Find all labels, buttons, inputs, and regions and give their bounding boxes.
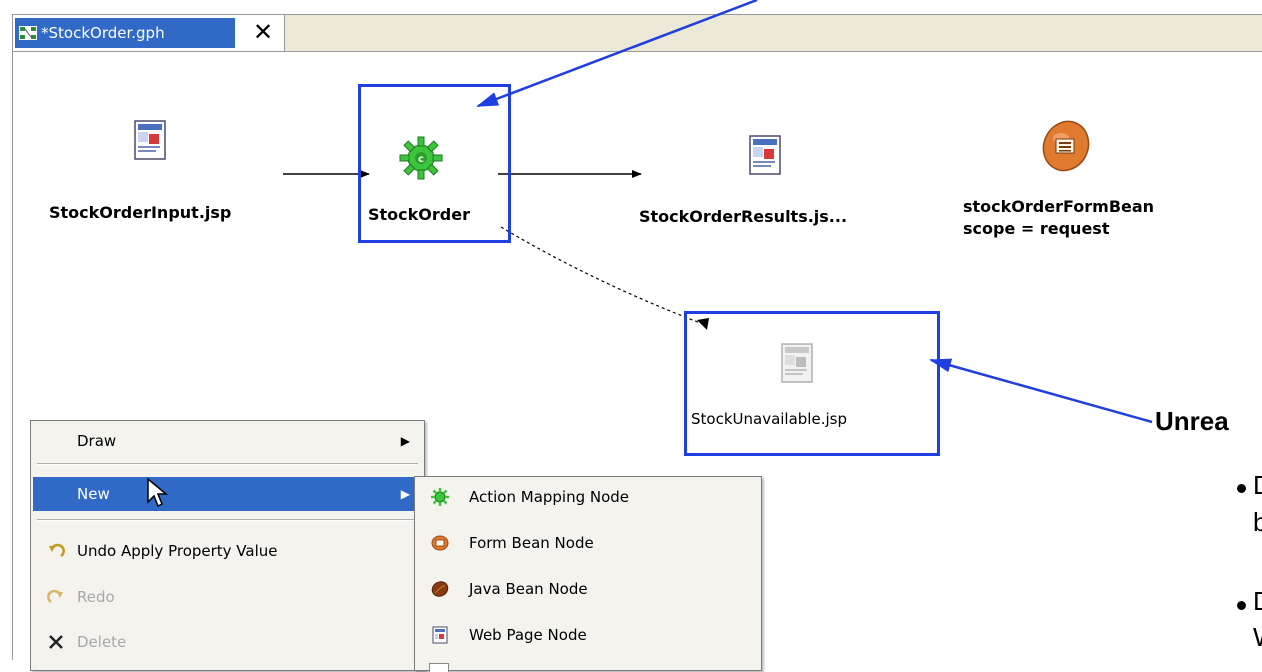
menu-item-label: Web Page Node: [469, 626, 587, 644]
menu-item-label: Redo: [77, 588, 115, 606]
node-label-results-jsp[interactable]: StockOrderResults.js...: [639, 207, 847, 226]
annotation-title: Unrea: [1155, 406, 1229, 436]
node-label-unavailable-jsp[interactable]: StockUnavailable.jsp: [691, 410, 847, 428]
menu-item-label: Delete: [77, 633, 127, 651]
menu-item-redo[interactable]: Redo: [33, 580, 422, 614]
menu-item-action-mapping-node[interactable]: Action Mapping Node: [417, 480, 759, 514]
tab-title: *StockOrder.gph: [41, 24, 165, 42]
annotation-bullet2-line1: D: [1253, 586, 1262, 617]
menu-item-label: Java Bean Node: [469, 580, 588, 598]
menu-item-draw[interactable]: Draw ▶: [33, 424, 422, 458]
form-bean-icon: [431, 535, 449, 551]
java-bean-icon: [431, 581, 449, 597]
node-label-form-bean-scope: scope = request: [963, 219, 1110, 238]
menu-item-web-page-node[interactable]: Web Page Node: [417, 618, 759, 652]
connection-action-to-unavailable[interactable]: [500, 226, 704, 325]
unrealized-web-page-icon[interactable]: [781, 343, 813, 383]
form-bean-icon[interactable]: [1039, 116, 1093, 174]
menu-item-delete[interactable]: Delete: [33, 625, 422, 659]
submenu-arrow-icon: ▶: [400, 434, 410, 448]
new-submenu: Action Mapping Node Form Bean Node Java …: [414, 476, 762, 672]
node-label-action[interactable]: StockOrder: [368, 205, 470, 224]
close-icon[interactable]: ✕: [249, 17, 277, 47]
annotation-bullet: [1237, 601, 1246, 610]
menu-item-label: Undo Apply Property Value: [77, 542, 278, 560]
tab-title-highlight: *StockOrder.gph: [15, 18, 235, 48]
web-page-icon: [432, 626, 448, 644]
menu-item-label: Draw: [77, 432, 117, 450]
web-page-icon[interactable]: [134, 120, 166, 160]
node-label-form-bean[interactable]: stockOrderFormBean: [963, 197, 1154, 216]
menu-item-java-bean-node[interactable]: Java Bean Node: [417, 572, 759, 606]
annotation-bullet1-line1: D: [1253, 470, 1262, 501]
redo-icon: [47, 589, 63, 604]
context-menu: Draw ▶ New ▶ Undo Apply Property Value R…: [30, 420, 425, 671]
menu-item-undo[interactable]: Undo Apply Property Value: [33, 534, 422, 568]
submenu-arrow-icon: ▶: [400, 487, 410, 501]
annotation-bullet2-line2: W: [1253, 622, 1262, 653]
menu-item-label: Form Bean Node: [469, 534, 594, 552]
menu-item-label: Action Mapping Node: [469, 488, 630, 506]
mouse-cursor-icon: [147, 478, 169, 508]
action-mapping-icon: [431, 488, 449, 506]
graph-file-icon: [19, 26, 37, 40]
svg-text:c: c: [418, 154, 424, 165]
node-label-input-jsp[interactable]: StockOrderInput.jsp: [49, 203, 231, 222]
editor-tab-strip: *StockOrder.gph ✕: [13, 15, 1262, 52]
unrealized-node-highlight: [684, 311, 940, 456]
menu-separator: [37, 463, 418, 465]
annotation-bullet: [1237, 484, 1246, 493]
undo-icon: [49, 543, 65, 558]
annotation-bullet1-line2: b: [1253, 507, 1262, 537]
menu-separator: [37, 519, 418, 521]
menu-item-new[interactable]: New ▶: [33, 477, 422, 511]
web-page-icon[interactable]: [749, 135, 781, 175]
editor-tab[interactable]: *StockOrder.gph ✕: [13, 15, 285, 51]
delete-icon: [49, 635, 63, 649]
menu-item-form-bean-node[interactable]: Form Bean Node: [417, 526, 759, 560]
action-mapping-gear-icon[interactable]: c: [399, 136, 443, 180]
menu-item-label: New: [77, 485, 110, 503]
